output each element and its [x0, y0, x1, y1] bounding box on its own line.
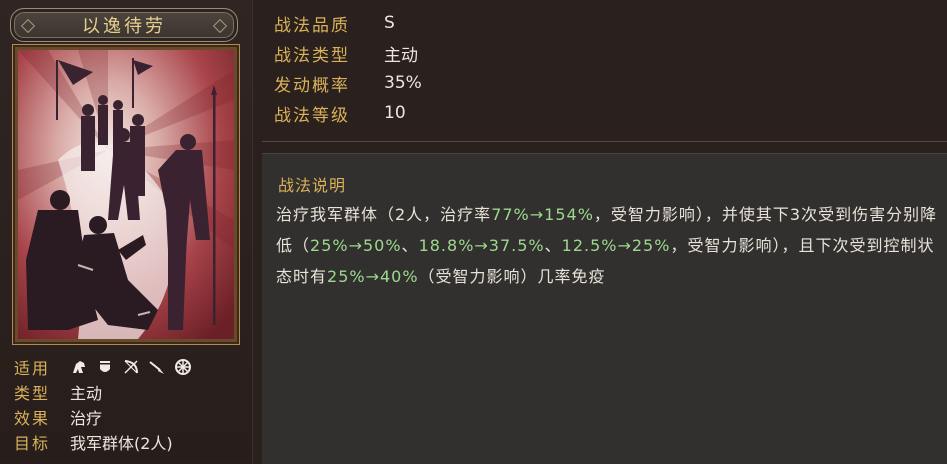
- control-immunity-rate: 25%→40%: [327, 267, 419, 286]
- stat-row-trigger-rate: 发动概率 35%: [262, 68, 947, 98]
- skill-description-panel: 战法说明 治疗我军群体（2人，治疗率77%→154%，受智力影响），并使其下3次…: [262, 153, 947, 464]
- info-row-type: 类型 主动: [14, 380, 246, 404]
- effect-label: 效果: [14, 409, 51, 428]
- skill-card-art: [18, 50, 234, 339]
- skill-info-list: 适用 类型 主动 效果 治疗 目标 我军群体(2人): [14, 355, 246, 455]
- info-row-effect: 效果 治疗: [14, 405, 246, 429]
- stat-row-level: 战法等级 10: [262, 98, 947, 128]
- applicable-label: 适用: [14, 359, 51, 378]
- skill-card-frame: [12, 44, 240, 345]
- target-label: 目标: [14, 434, 51, 453]
- stat-row-type: 战法类型 主动: [262, 38, 947, 68]
- info-row-applicable: 适用: [14, 355, 246, 379]
- heal-rate-value: 77%→154%: [491, 205, 594, 224]
- stat-value: S: [384, 13, 395, 33]
- soldiers-illustration: [18, 50, 234, 339]
- description-segment: 、: [401, 236, 419, 255]
- applicable-troop-icons: [70, 358, 192, 376]
- effect-value: 治疗: [70, 409, 103, 428]
- info-row-target: 目标 我军群体(2人): [14, 430, 246, 454]
- type-value: 主动: [70, 384, 103, 403]
- ornament-diamond-left: [20, 18, 36, 34]
- stat-label: 战法类型: [274, 45, 350, 66]
- skill-stats-panel: 战法品质 S 战法类型 主动 发动概率 35% 战法等级 10: [262, 8, 947, 138]
- description-segment: 治疗我军群体（2人，治疗率: [276, 205, 492, 224]
- type-label: 类型: [14, 384, 51, 403]
- stat-label: 发动概率: [274, 75, 350, 96]
- description-text: 治疗我军群体（2人，治疗率77%→154%，受智力影响），并使其下3次受到伤害分…: [276, 199, 944, 292]
- damage-reduction-1: 25%→50%: [310, 236, 402, 255]
- bow-icon: [124, 360, 138, 374]
- section-divider: [262, 141, 947, 142]
- target-value: 我军群体(2人): [70, 434, 173, 453]
- skill-name: 以逸待劳: [82, 16, 166, 37]
- ornament-diamond-right: [212, 18, 228, 34]
- skill-name-plate: 以逸待劳: [10, 8, 238, 42]
- description-segment: （受智力影响）几率免疫: [418, 267, 606, 286]
- stat-value: 主动: [384, 45, 418, 66]
- description-segment: 、: [544, 236, 562, 255]
- stat-row-quality: 战法品质 S: [262, 8, 947, 38]
- damage-reduction-2: 18.8%→37.5%: [418, 236, 545, 255]
- stat-label: 战法等级: [274, 105, 350, 126]
- damage-reduction-3: 12.5%→25%: [561, 236, 671, 255]
- skill-card-panel: 以逸待劳 适用 类型 主动 效果 治疗 目标 我军群体(2人): [0, 0, 253, 463]
- wheel-icon: [175, 359, 191, 375]
- cavalry-icon: [73, 361, 85, 373]
- stat-value: 10: [384, 103, 406, 123]
- stat-label: 战法品质: [274, 15, 350, 36]
- spear-icon: [149, 361, 164, 374]
- description-title: 战法说明: [278, 176, 347, 195]
- shield-icon: [100, 361, 110, 372]
- stat-value: 35%: [384, 73, 422, 93]
